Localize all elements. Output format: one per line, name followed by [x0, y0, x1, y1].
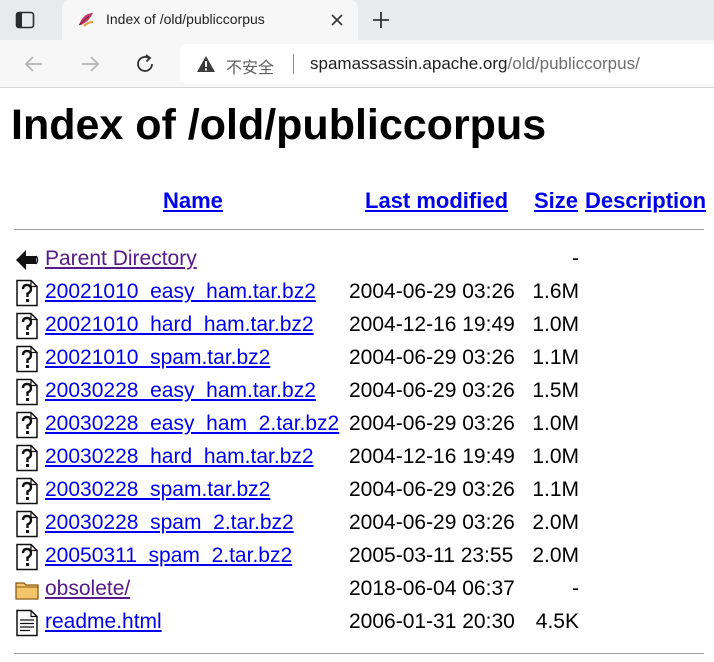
back-icon[interactable] — [14, 246, 40, 274]
file-row: 20050311_spam_2.tar.bz2 2005-03-11 23:55 2… — [0, 541, 714, 574]
file-link[interactable]: 20030228_easy_ham_2.tar.bz2 — [45, 412, 339, 436]
forward-arrow-icon[interactable] — [78, 52, 102, 76]
size-cell: - — [572, 247, 579, 270]
top-divider — [14, 229, 704, 230]
size-cell: 1.0M — [532, 412, 579, 435]
text-file-icon[interactable] — [14, 609, 40, 637]
browser-tab-active[interactable]: Index of /old/publiccorpus — [62, 0, 358, 40]
size-cell: - — [572, 577, 579, 600]
unknown-file-icon[interactable] — [14, 477, 40, 505]
file-link[interactable]: 20021010_spam.tar.bz2 — [45, 346, 270, 370]
file-row: readme.html 2006-01-31 20:30 4.5K — [0, 607, 714, 640]
last-modified-cell: 2004-12-16 19:49 — [349, 313, 515, 336]
directory-listing-page: Index of /old/publiccorpus Name Last mod… — [0, 89, 714, 662]
folder-icon[interactable] — [14, 576, 40, 604]
last-modified-cell: 2018-06-04 06:37 — [349, 577, 515, 600]
unknown-file-icon[interactable] — [14, 312, 40, 340]
url-path: /old/publiccorpus/ — [507, 54, 640, 73]
file-link[interactable]: 20021010_hard_ham.tar.bz2 — [45, 313, 314, 337]
url-host: spamassassin.apache.org — [310, 54, 508, 73]
file-link[interactable]: 20030228_spam_2.tar.bz2 — [45, 511, 294, 535]
file-link[interactable]: 20050311_spam_2.tar.bz2 — [45, 544, 292, 568]
address-bar[interactable]: 不安全 spamassassin.apache.org/old/publicco… — [180, 44, 714, 84]
new-tab-icon[interactable] — [368, 8, 394, 32]
column-header-size[interactable]: Size — [534, 188, 578, 214]
unknown-file-icon[interactable] — [14, 378, 40, 406]
file-row: 20021010_hard_ham.tar.bz2 2004-12-16 19:4… — [0, 310, 714, 343]
tab-title: Index of /old/publiccorpus — [106, 11, 265, 27]
column-header-name[interactable]: Name — [163, 188, 223, 214]
file-row: 20030228_spam_2.tar.bz2 2004-06-29 03:26 2… — [0, 508, 714, 541]
file-link[interactable]: 20030228_spam.tar.bz2 — [45, 478, 270, 502]
unknown-file-icon[interactable] — [14, 279, 40, 307]
column-header-last-modified[interactable]: Last modified — [365, 188, 508, 214]
file-link[interactable]: readme.html — [45, 610, 162, 634]
unknown-file-icon[interactable] — [14, 444, 40, 472]
file-row: obsolete/2018-06-04 06:37 - — [0, 574, 714, 607]
address-separator — [293, 54, 294, 74]
last-modified-cell: 2004-06-29 03:26 — [349, 280, 515, 303]
unknown-file-icon[interactable] — [14, 345, 40, 373]
size-cell: 1.1M — [532, 346, 579, 369]
last-modified-cell: 2005-03-11 23:55 — [349, 544, 514, 567]
file-link[interactable]: 20030228_easy_ham.tar.bz2 — [45, 379, 316, 403]
last-modified-cell: 2004-06-29 03:26 — [349, 511, 515, 534]
size-cell: 1.0M — [532, 445, 579, 468]
size-cell: 1.6M — [532, 280, 579, 303]
browser-toolbar: 不安全 spamassassin.apache.org/old/publicco… — [0, 40, 714, 88]
back-arrow-icon[interactable] — [22, 52, 46, 76]
column-header-description[interactable]: Description — [585, 188, 706, 214]
size-cell: 1.1M — [532, 478, 579, 501]
file-link[interactable]: 20030228_hard_ham.tar.bz2 — [45, 445, 314, 469]
unknown-file-icon[interactable] — [14, 543, 40, 571]
file-row: Parent Directory - — [0, 244, 714, 277]
unknown-file-icon[interactable] — [14, 411, 40, 439]
file-row: 20030228_easy_ham.tar.bz2 2004-06-29 03:2… — [0, 376, 714, 409]
last-modified-cell: 2004-12-16 19:49 — [349, 445, 515, 468]
size-cell: 2.0M — [532, 511, 579, 534]
size-cell: 1.0M — [532, 313, 579, 336]
last-modified-cell: 2004-06-29 03:26 — [349, 379, 515, 402]
page-title: Index of /old/publiccorpus — [11, 101, 547, 149]
last-modified-cell: 2004-06-29 03:26 — [349, 346, 515, 369]
file-link[interactable]: 20021010_easy_ham.tar.bz2 — [45, 280, 316, 304]
file-row: 20021010_spam.tar.bz2 2004-06-29 03:26 1.1… — [0, 343, 714, 376]
not-secure-label[interactable]: 不安全 — [226, 54, 274, 78]
file-row: 20021010_easy_ham.tar.bz2 2004-06-29 03:2… — [0, 277, 714, 310]
size-cell: 4.5K — [535, 610, 579, 633]
file-row: 20030228_spam.tar.bz2 2004-06-29 03:26 1.1… — [0, 475, 714, 508]
last-modified-cell: 2004-06-29 03:26 — [349, 478, 515, 501]
refresh-icon[interactable] — [133, 52, 157, 76]
warning-icon[interactable] — [196, 55, 216, 73]
file-row: 20030228_easy_ham_2.tar.bz2 2004-06-29 03… — [0, 409, 714, 442]
file-row: 20030228_hard_ham.tar.bz2 2004-12-16 19:4… — [0, 442, 714, 475]
size-cell: 2.0M — [532, 544, 579, 567]
bottom-divider — [14, 653, 704, 654]
file-link[interactable]: obsolete/ — [45, 577, 130, 601]
last-modified-cell: 2006-01-31 20:30 — [349, 610, 515, 633]
close-tab-icon[interactable] — [328, 11, 346, 29]
tab-strip: Index of /old/publiccorpus — [0, 0, 714, 40]
feather-favicon-icon — [78, 13, 94, 27]
tab-actions-menu-icon[interactable] — [12, 8, 38, 32]
url-text[interactable]: spamassassin.apache.org/old/publiccorpus… — [310, 54, 640, 74]
size-cell: 1.5M — [532, 379, 579, 402]
last-modified-cell: 2004-06-29 03:26 — [349, 412, 515, 435]
unknown-file-icon[interactable] — [14, 510, 40, 538]
file-link[interactable]: Parent Directory — [45, 247, 197, 271]
